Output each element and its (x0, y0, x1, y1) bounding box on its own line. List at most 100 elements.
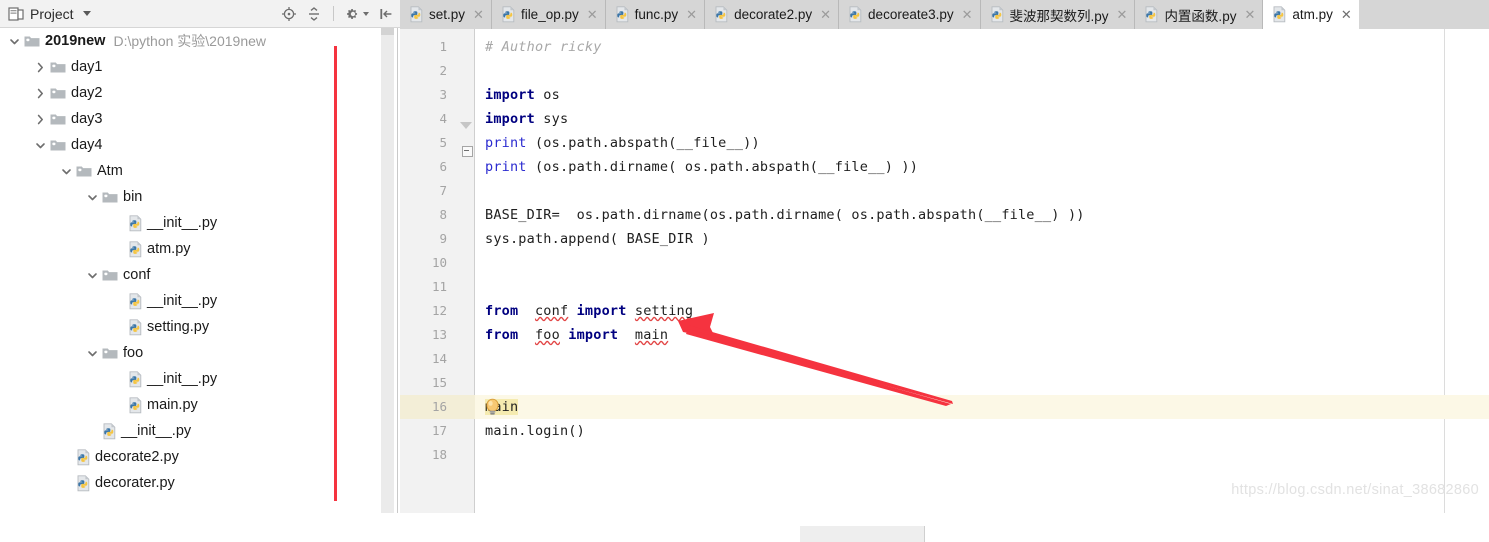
tree-item-foo[interactable]: foo (0, 340, 381, 366)
tree-item-mainpy[interactable]: main.py (0, 392, 381, 418)
editor-tab-label: set.py (429, 7, 466, 22)
tree-item-day2[interactable]: day2 (0, 80, 381, 106)
editor-tab-label: 斐波那契数列.py (1009, 8, 1109, 24)
gear-icon[interactable] (345, 6, 361, 22)
editor-tab-1[interactable]: file_op.py ✕ (491, 0, 606, 29)
chevron-right-icon[interactable] (34, 87, 47, 100)
editor-tab-7[interactable]: atm.py ✕ (1263, 0, 1359, 29)
editor-status-block (800, 526, 925, 542)
tree-item-path: D:\python 实验\2019new (113, 33, 266, 49)
tree-item-label: __init__.py (147, 371, 218, 387)
line-number: 5 (439, 135, 447, 150)
tree-item-day1[interactable]: day1 (0, 54, 381, 80)
chevron-down-icon[interactable] (363, 11, 369, 16)
code-line[interactable]: print (os.path.dirname( os.path.abspath(… (485, 155, 918, 179)
close-icon[interactable]: ✕ (962, 8, 973, 21)
chevron-down-icon[interactable] (86, 269, 99, 282)
python-file-icon (76, 474, 92, 492)
editor-tab-3[interactable]: decorate2.py ✕ (705, 0, 840, 29)
toolbar-divider (333, 6, 334, 21)
python-file-icon (128, 318, 144, 336)
code-line[interactable]: from foo import main (485, 323, 668, 347)
tree-item-__init__py[interactable]: __init__.py (0, 210, 381, 236)
tree-item-decoraterpy[interactable]: decorater.py (0, 470, 381, 496)
close-icon[interactable]: ✕ (1117, 8, 1128, 21)
tree-item-label: decorater.py (95, 475, 175, 491)
editor-tab-bar[interactable]: set.py ✕ file_op.py ✕ func.py ✕ decorate2.py ✕ d… (400, 0, 1489, 30)
close-icon[interactable]: ✕ (686, 8, 697, 21)
line-number: 8 (439, 207, 447, 222)
fold-collapse-icon[interactable] (460, 122, 472, 129)
tree-item-conf[interactable]: conf (0, 262, 381, 288)
code-line[interactable]: print (os.path.abspath(__file__)) (485, 131, 760, 155)
editor-tab-0[interactable]: set.py ✕ (400, 0, 492, 29)
line-number: 10 (431, 255, 447, 270)
tree-item-bin[interactable]: bin (0, 184, 381, 210)
line-number: 9 (439, 231, 447, 246)
editor-tab-5[interactable]: 斐波那契数列.py ✕ (980, 0, 1136, 29)
code-line[interactable]: # Author ricky (485, 35, 602, 59)
chevron-right-icon[interactable] (34, 61, 47, 74)
folder-icon (50, 60, 66, 74)
code-line[interactable]: import sys (485, 107, 568, 131)
project-tree-scrollbar[interactable] (381, 28, 394, 513)
panel-divider (397, 28, 398, 513)
scrollbar-thumb[interactable] (381, 28, 394, 35)
line-number: 15 (431, 375, 447, 390)
tree-item-__init__py[interactable]: __init__.py (0, 418, 381, 444)
editor-tab-label: atm.py (1292, 7, 1333, 22)
tree-item-atmpy[interactable]: atm.py (0, 236, 381, 262)
line-number: 4 (439, 111, 447, 126)
locate-target-icon[interactable] (281, 6, 297, 22)
code-line[interactable]: sys.path.append( BASE_DIR ) (485, 227, 710, 251)
chevron-down-icon[interactable] (34, 139, 47, 152)
line-number: 2 (439, 63, 447, 78)
tree-item-day3[interactable]: day3 (0, 106, 381, 132)
chevron-down-icon[interactable] (86, 191, 99, 204)
current-line-highlight (400, 395, 1489, 419)
code-folding-gutter[interactable] (455, 29, 474, 513)
hide-panel-icon[interactable] (378, 6, 394, 22)
chevron-down-icon[interactable] (8, 35, 21, 48)
tree-item-label: atm.py (147, 241, 191, 257)
tree-item-day4[interactable]: day4 (0, 132, 381, 158)
tree-item-2019new[interactable]: 2019new D:\python 实验\2019new (0, 28, 381, 54)
gear-button[interactable] (345, 6, 369, 22)
python-file-icon (1144, 6, 1160, 23)
collapse-all-icon[interactable] (306, 6, 322, 22)
code-line[interactable]: main.login() (485, 419, 585, 443)
tree-item-decorate2py[interactable]: decorate2.py (0, 444, 381, 470)
chevron-down-icon[interactable] (86, 347, 99, 360)
tree-item-__init__py[interactable]: __init__.py (0, 288, 381, 314)
tree-item-settingpy[interactable]: setting.py (0, 314, 381, 340)
page-bottom-text (0, 504, 1489, 516)
close-icon[interactable]: ✕ (587, 8, 598, 21)
chevron-down-icon[interactable] (60, 165, 73, 178)
editor-tab-2[interactable]: func.py ✕ (605, 0, 706, 29)
folder-icon (102, 346, 118, 360)
code-line[interactable]: BASE_DIR= os.path.dirname(os.path.dirnam… (485, 203, 1085, 227)
code-line[interactable]: from conf import setting (485, 299, 693, 323)
python-file-icon (990, 6, 1006, 23)
fold-expand-icon[interactable] (462, 146, 473, 157)
code-editor[interactable]: 1 # Author ricky 2 3 import os 4 import sys 5 pr… (400, 29, 1489, 542)
tree-item-atm[interactable]: Atm (0, 158, 381, 184)
chevron-down-icon[interactable] (82, 11, 91, 16)
folder-icon (102, 268, 118, 282)
chevron-right-icon[interactable] (34, 113, 47, 126)
close-icon[interactable]: ✕ (820, 8, 831, 21)
editor-tab-4[interactable]: decoreate3.py ✕ (839, 0, 981, 29)
intention-bulb-icon[interactable] (484, 398, 501, 417)
line-number: 1 (439, 39, 447, 54)
close-icon[interactable]: ✕ (1341, 8, 1352, 21)
editor-tab-6[interactable]: 内置函数.py ✕ (1135, 0, 1264, 29)
tree-item-label: foo (123, 345, 144, 361)
close-icon[interactable]: ✕ (1244, 8, 1255, 21)
tree-item-__init__py[interactable]: __init__.py (0, 366, 381, 392)
project-tree[interactable]: 2019new D:\python 实验\2019new day1 day2 day3 d… (0, 28, 381, 513)
code-line[interactable]: import os (485, 83, 560, 107)
watermark: https://blog.csdn.net/sinat_38682860 (1231, 482, 1479, 498)
close-icon[interactable]: ✕ (473, 8, 484, 21)
line-number: 17 (431, 423, 447, 438)
line-number: 12 (431, 303, 447, 318)
